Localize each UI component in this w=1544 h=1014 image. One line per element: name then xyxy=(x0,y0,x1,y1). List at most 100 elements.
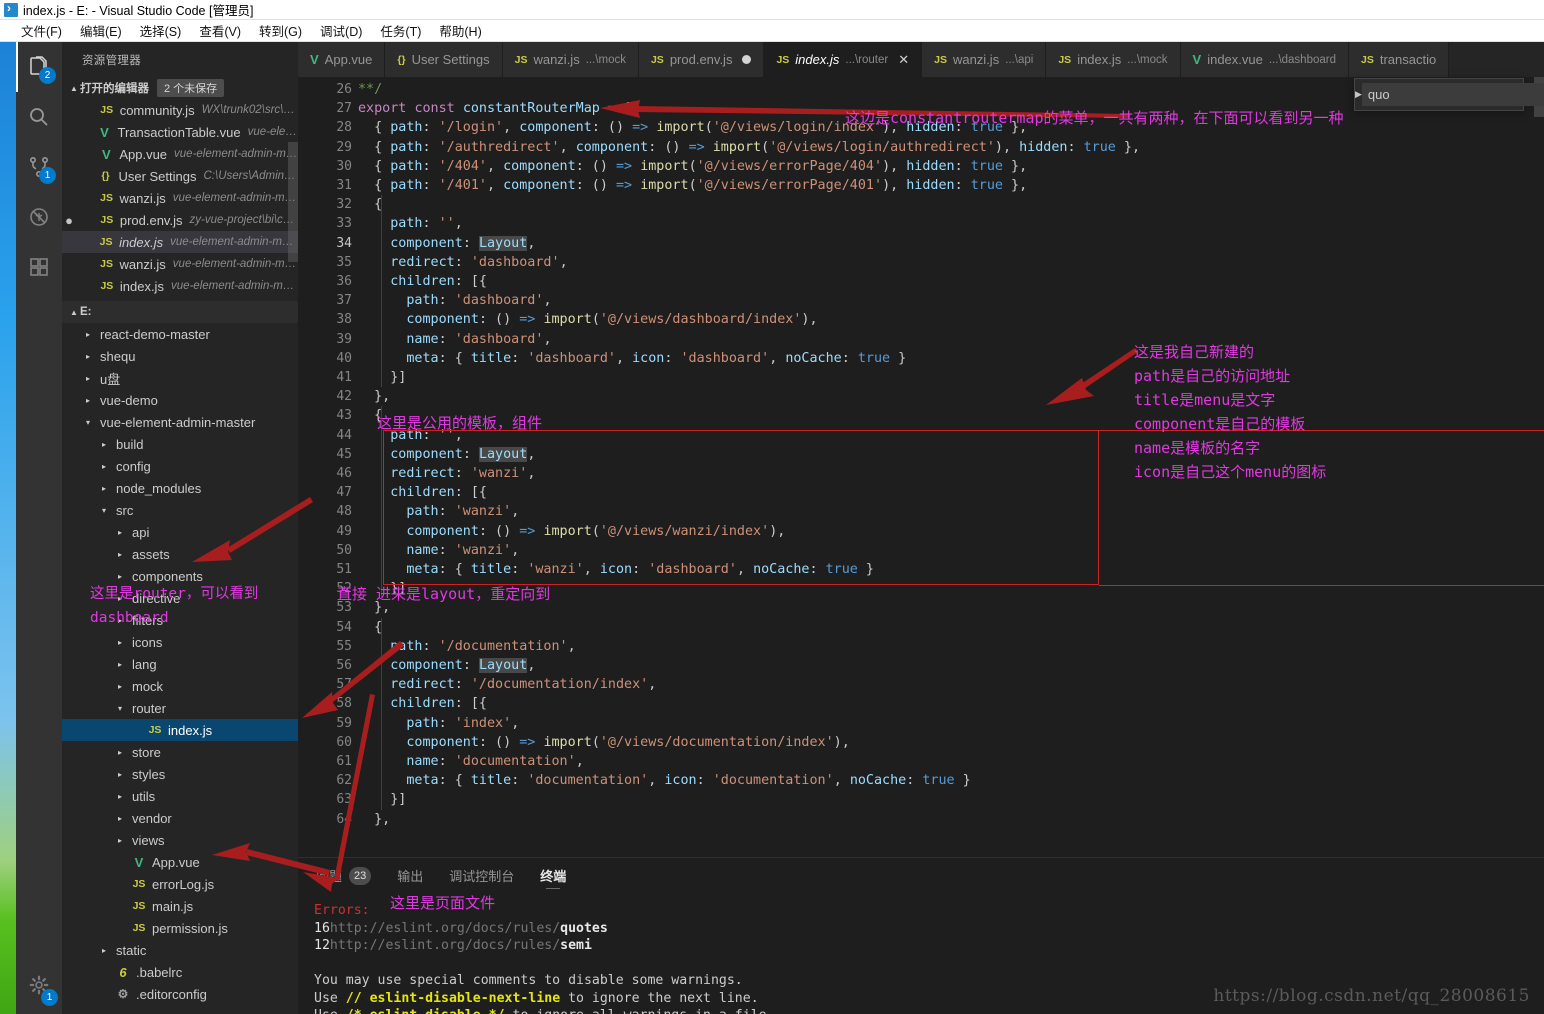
folder-header[interactable]: ▲ E: xyxy=(62,301,298,323)
tree-folder[interactable]: ▸ utils xyxy=(62,785,298,807)
menu-view[interactable]: 查看(V) xyxy=(190,20,250,41)
open-editor-item[interactable]: JS index.js vue-element-admin-ma... xyxy=(62,275,298,297)
tree-file[interactable]: JS errorLog.js xyxy=(62,873,298,895)
chevron-right-icon[interactable]: ▸ xyxy=(114,572,126,581)
tree-folder[interactable]: ▸ lang xyxy=(62,653,298,675)
tree-folder[interactable]: ▸ store xyxy=(62,741,298,763)
tree-folder[interactable]: ▸ build xyxy=(62,433,298,455)
find-widget[interactable]: ▶ xyxy=(1354,78,1544,111)
chevron-right-icon[interactable]: ▸ xyxy=(114,594,126,603)
open-editor-item[interactable]: JS wanzi.js vue-element-admin-ma... xyxy=(62,253,298,275)
activity-source-control[interactable]: 1 xyxy=(16,142,62,192)
open-editor-item[interactable]: JS index.js vue-element-admin-mas... xyxy=(62,231,298,253)
open-editor-item[interactable]: JS wanzi.js vue-element-admin-ma... xyxy=(62,187,298,209)
chevron-down-icon[interactable]: ▾ xyxy=(98,506,110,515)
tree-folder[interactable]: ▸ mock xyxy=(62,675,298,697)
code-editor[interactable]: 26 **/ 27 export const constantRouterMap = … xyxy=(298,77,1544,857)
tree-folder[interactable]: ▸ config xyxy=(62,455,298,477)
tab-dirty-icon[interactable] xyxy=(742,55,752,64)
tree-folder[interactable]: ▸ react-demo-master xyxy=(62,323,298,345)
tree-file[interactable]: 6 .babelrc xyxy=(62,961,298,983)
tree-file[interactable]: JS permission.js xyxy=(62,917,298,939)
activity-extensions[interactable] xyxy=(16,242,62,292)
editor-tab[interactable]: {} User Settings xyxy=(385,42,503,77)
open-editor-item[interactable]: V TransactionTable.vue vue-elem... xyxy=(62,121,298,143)
chevron-right-icon[interactable]: ▸ xyxy=(98,946,110,955)
menu-edit[interactable]: 编辑(E) xyxy=(71,20,131,41)
menu-file[interactable]: 文件(F) xyxy=(12,20,71,41)
editor-tab[interactable]: JS transactio xyxy=(1349,42,1450,77)
tree-folder[interactable]: ▸ u盘 xyxy=(62,367,298,389)
tree-folder[interactable]: ▾ src xyxy=(62,499,298,521)
panel-tab[interactable]: 终端 xyxy=(540,858,566,893)
editor-tab[interactable]: Vindex.vue ...\dashboard xyxy=(1180,42,1349,77)
activity-settings[interactable]: 1 xyxy=(16,960,62,1010)
find-input[interactable] xyxy=(1361,83,1544,106)
chevron-right-icon[interactable]: ▸ xyxy=(98,484,110,493)
editor-tab[interactable]: V App.vue xyxy=(298,42,386,77)
sidebar-scrollbar[interactable] xyxy=(288,142,298,262)
close-icon[interactable]: ✕ xyxy=(898,52,909,68)
chevron-right-icon[interactable]: ▸ xyxy=(82,352,94,361)
tree-folder[interactable]: ▸ components xyxy=(62,565,298,587)
editor-tab[interactable]: JS index.js ...\router ✕ xyxy=(764,42,923,77)
chevron-right-icon[interactable]: ▸ xyxy=(114,814,126,823)
chevron-right-icon[interactable]: ▸ xyxy=(114,550,126,559)
tree-folder[interactable]: ▸ filters xyxy=(62,609,298,631)
chevron-right-icon[interactable]: ▸ xyxy=(98,462,110,471)
editor-tab[interactable]: JS wanzi.js ...\api xyxy=(922,42,1047,77)
chevron-right-icon[interactable]: ▸ xyxy=(114,528,126,537)
menu-tasks[interactable]: 任务(T) xyxy=(371,20,430,41)
tree-folder[interactable]: ▾ router xyxy=(62,697,298,719)
chevron-right-icon[interactable]: ▶ xyxy=(1355,89,1362,100)
folder-twisty[interactable]: ▲ xyxy=(68,308,80,317)
chevron-right-icon[interactable]: ▸ xyxy=(114,748,126,757)
chevron-right-icon[interactable]: ▸ xyxy=(114,616,126,625)
open-editor-item[interactable]: V App.vue vue-element-admin-ma... xyxy=(62,143,298,165)
editor-tab[interactable]: JS index.js ...\mock xyxy=(1046,42,1181,77)
editor-tab[interactable]: JS prod.env.js xyxy=(638,42,765,77)
tree-folder[interactable]: ▸ static xyxy=(62,939,298,961)
chevron-right-icon[interactable]: ▸ xyxy=(114,660,126,669)
chevron-right-icon[interactable]: ▸ xyxy=(114,836,126,845)
panel-tab[interactable]: 问题 23 xyxy=(316,858,372,893)
tree-folder[interactable]: ▸ vendor xyxy=(62,807,298,829)
chevron-right-icon[interactable]: ▸ xyxy=(114,682,126,691)
chevron-right-icon[interactable]: ▸ xyxy=(98,440,110,449)
panel-tab[interactable]: 调试控制台 xyxy=(449,858,514,893)
menu-help[interactable]: 帮助(H) xyxy=(430,20,490,41)
open-editors-twisty[interactable]: ▲ xyxy=(68,84,80,93)
chevron-right-icon[interactable]: ▸ xyxy=(82,396,94,405)
open-editors-header[interactable]: ▲ 打开的编辑器 2 个未保存 xyxy=(62,77,298,99)
tree-folder[interactable]: ▸ node_modules xyxy=(62,477,298,499)
open-editor-item[interactable]: ● JS prod.env.js zy-vue-project\bi\co... xyxy=(62,209,298,231)
tree-file[interactable]: JS main.js xyxy=(62,895,298,917)
tree-folder[interactable]: ▾ vue-element-admin-master xyxy=(62,411,298,433)
tree-folder[interactable]: ▸ api xyxy=(62,521,298,543)
tree-file[interactable]: V App.vue xyxy=(62,851,298,873)
tree-folder[interactable]: ▸ vue-demo xyxy=(62,389,298,411)
chevron-down-icon[interactable]: ▾ xyxy=(82,418,94,427)
chevron-right-icon[interactable]: ▸ xyxy=(82,374,94,383)
tree-folder[interactable]: ▸ directive xyxy=(62,587,298,609)
panel-tab[interactable]: 输出 xyxy=(397,858,423,893)
tree-folder[interactable]: ▸ views xyxy=(62,829,298,851)
chevron-right-icon[interactable]: ▸ xyxy=(114,792,126,801)
menu-debug[interactable]: 调试(D) xyxy=(311,20,371,41)
menu-go[interactable]: 转到(G) xyxy=(250,20,311,41)
activity-explorer[interactable]: 2 xyxy=(16,42,62,92)
tree-folder[interactable]: ▸ assets xyxy=(62,543,298,565)
chevron-right-icon[interactable]: ▸ xyxy=(82,330,94,339)
chevron-down-icon[interactable]: ▾ xyxy=(114,704,126,713)
open-editor-item[interactable]: JS community.js WX\trunk02\src\p... xyxy=(62,99,298,121)
tree-file[interactable]: JS index.js xyxy=(62,719,298,741)
menu-selection[interactable]: 选择(S) xyxy=(131,20,191,41)
chevron-right-icon[interactable]: ▸ xyxy=(114,638,126,647)
activity-search[interactable] xyxy=(16,92,62,142)
chevron-right-icon[interactable]: ▸ xyxy=(114,770,126,779)
tree-folder[interactable]: ▸ icons xyxy=(62,631,298,653)
tree-file[interactable]: ⚙ .editorconfig xyxy=(62,983,298,1005)
tree-folder[interactable]: ▸ shequ xyxy=(62,345,298,367)
activity-debug[interactable] xyxy=(16,192,62,242)
tree-folder[interactable]: ▸ styles xyxy=(62,763,298,785)
